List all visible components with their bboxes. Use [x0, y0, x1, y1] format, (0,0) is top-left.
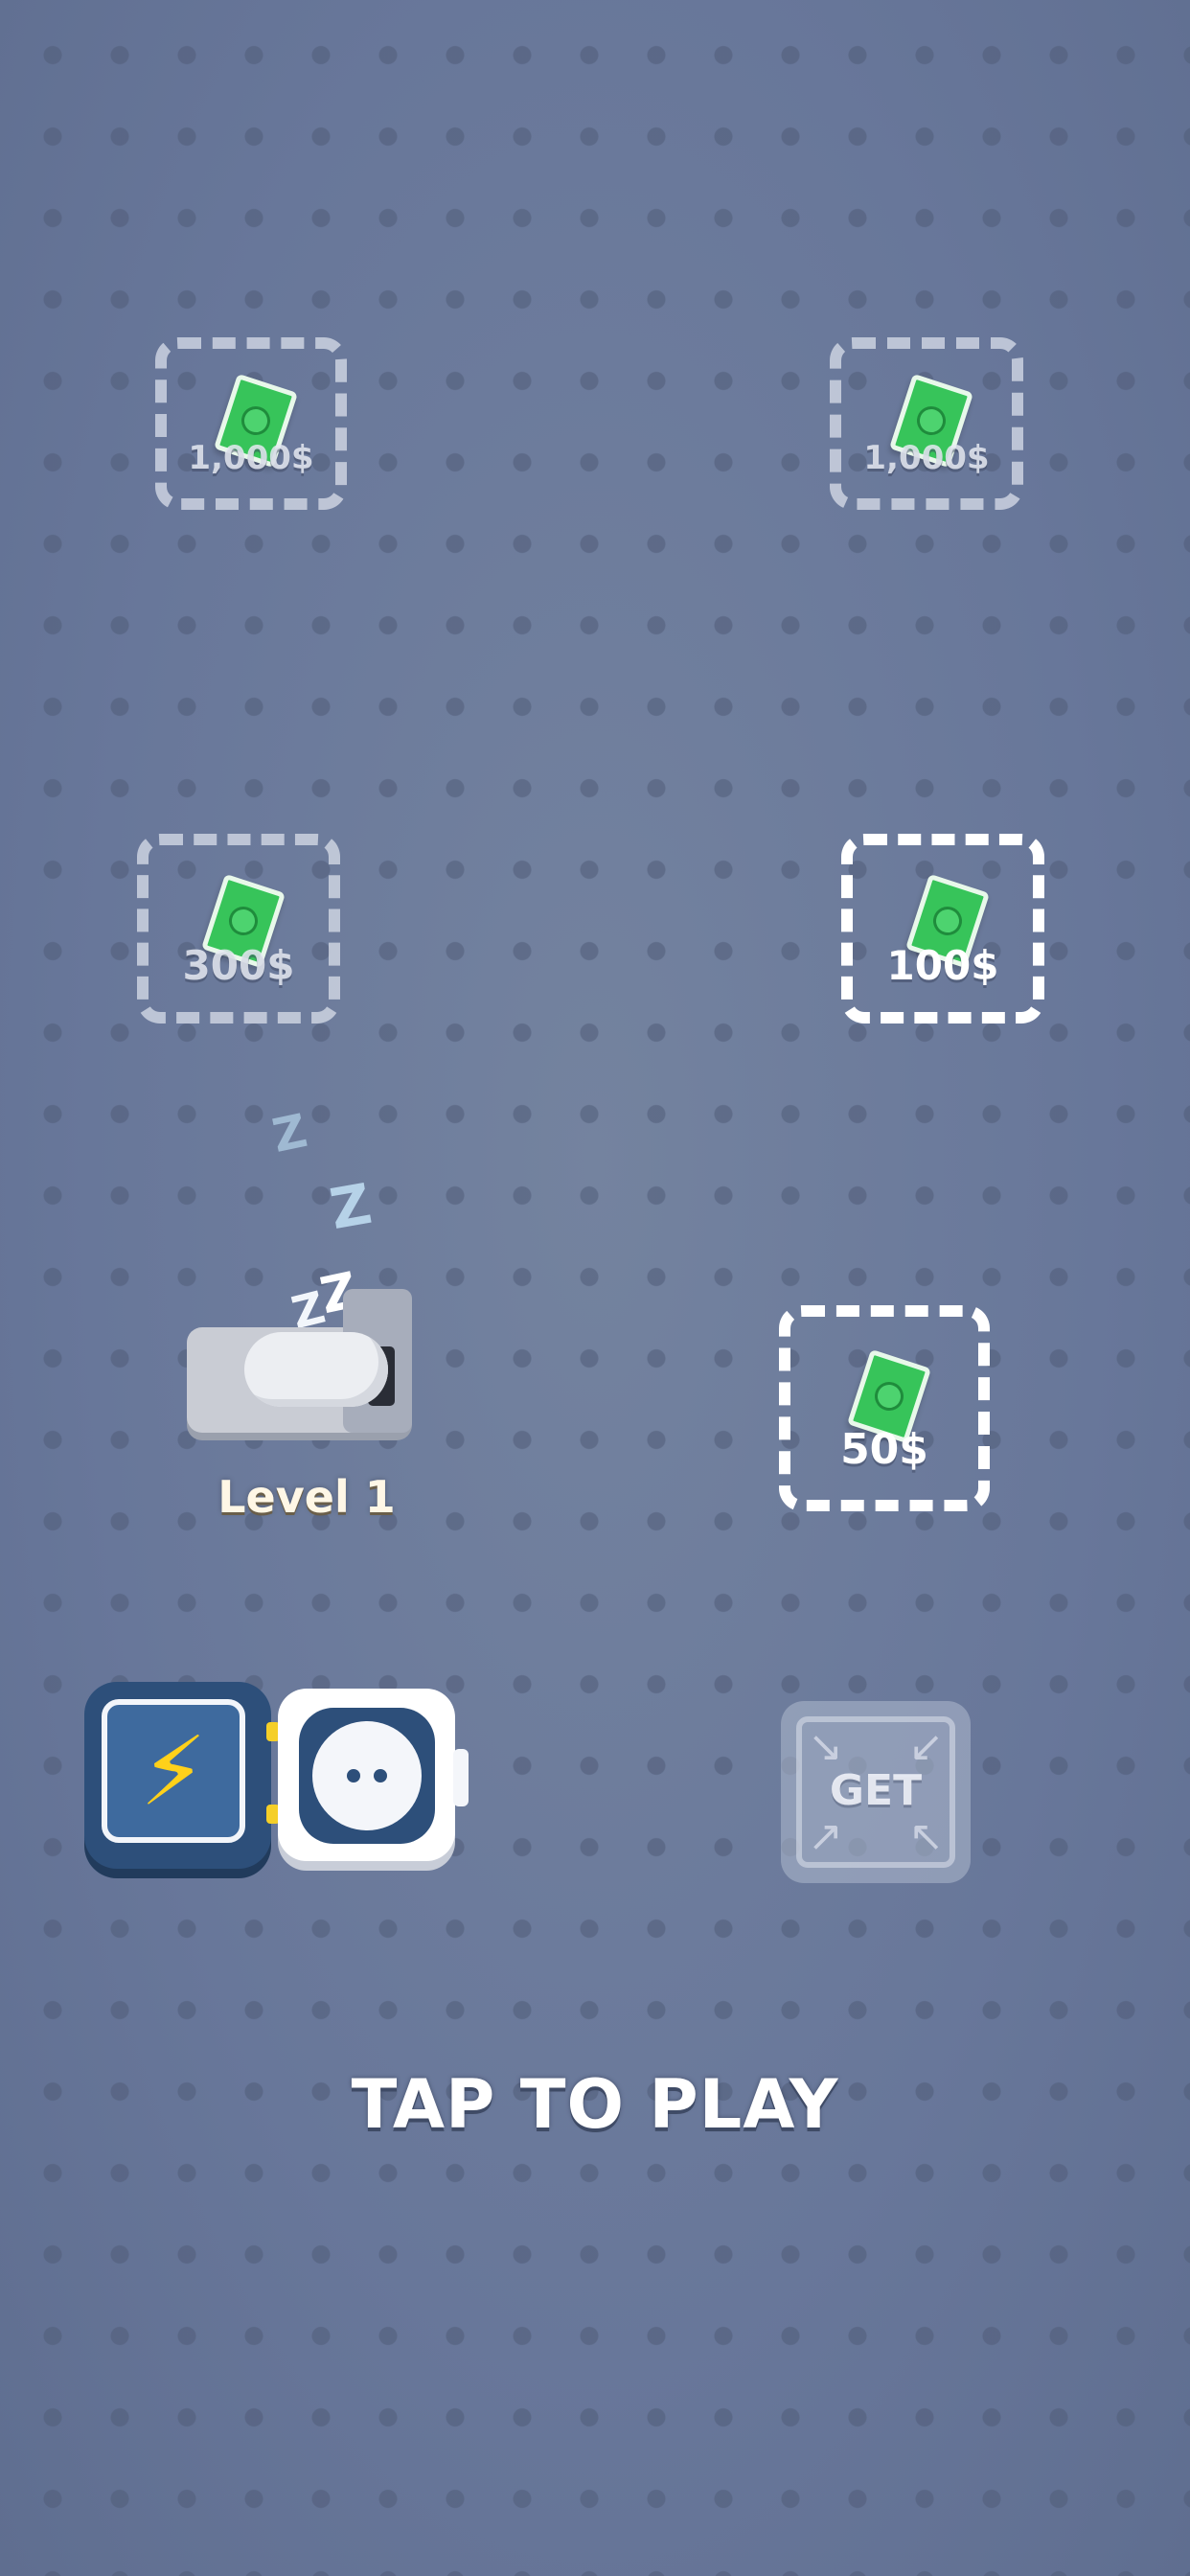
power-upgrade-button[interactable]: ⚡ — [84, 1682, 271, 1869]
arrow-in-bottom-right-icon: ↖ — [908, 1812, 944, 1861]
sleeping-player-bed[interactable] — [187, 1289, 412, 1447]
sleep-z-icon: Z — [267, 1103, 312, 1164]
power-socket-button[interactable] — [278, 1689, 455, 1861]
purchase-slot-300[interactable]: 300$ — [137, 834, 340, 1024]
purchase-slot-1000-right[interactable]: 1,000$ — [830, 337, 1023, 510]
player-level-label: Level 1 — [217, 1471, 396, 1523]
get-button-label: GET — [829, 1766, 923, 1815]
purchase-slot-1000-left[interactable]: 1,000$ — [155, 337, 347, 510]
game-screen[interactable]: { "slots": [ {"price": "1,000$", "state"… — [0, 0, 1190, 2576]
arrow-in-top-right-icon: ↙ — [908, 1722, 944, 1771]
slot-price: 50$ — [840, 1425, 928, 1475]
power-socket-icon — [312, 1721, 422, 1830]
slot-price: 1,000$ — [188, 439, 314, 478]
purchase-slot-100[interactable]: 100$ — [841, 834, 1044, 1024]
arrow-in-top-left-icon: ↘ — [808, 1722, 843, 1771]
slot-price: 300$ — [182, 941, 295, 989]
socket-ring — [299, 1708, 435, 1844]
get-button[interactable]: ↘ ↙ ↗ ↖ GET — [781, 1701, 971, 1883]
socket-side-tab — [453, 1749, 469, 1806]
tap-to-play-prompt[interactable]: TAP TO PLAY — [0, 2065, 1190, 2144]
arrow-in-bottom-left-icon: ↗ — [808, 1812, 843, 1861]
purchase-slot-50[interactable]: 50$ — [779, 1305, 990, 1511]
socket-pin — [347, 1769, 360, 1782]
sleeping-character — [244, 1332, 388, 1407]
slot-price: 1,000$ — [863, 439, 990, 478]
lightning-bolt-icon: ⚡ — [102, 1699, 245, 1843]
socket-pin — [374, 1769, 387, 1782]
slot-price: 100$ — [886, 941, 999, 989]
sleep-z-icon: Z — [325, 1170, 377, 1243]
